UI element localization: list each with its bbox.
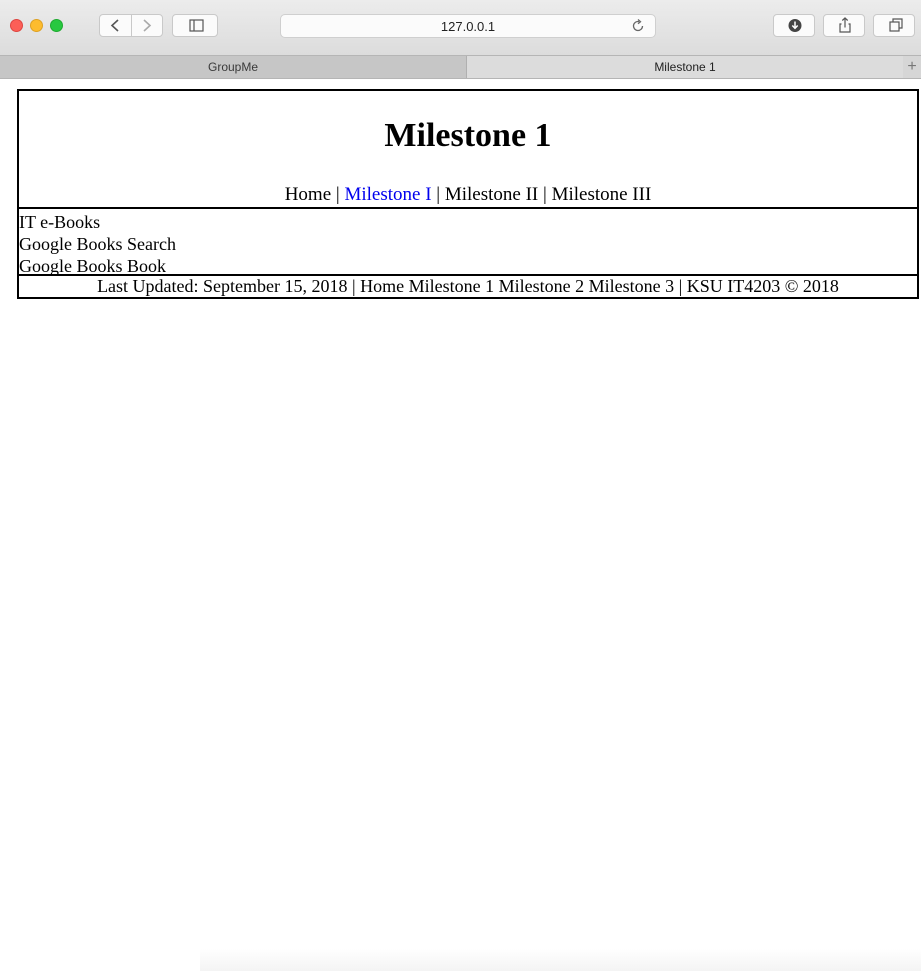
nav-milestone-ii-link[interactable]: Milestone II xyxy=(445,184,538,205)
back-forward-group xyxy=(99,14,163,37)
footer-milestone-2-link[interactable]: Milestone 2 xyxy=(499,276,585,296)
browser-toolbar: 127.0.0.1 xyxy=(0,0,921,55)
page-footer: Last Updated: September 15, 2018 | Home … xyxy=(19,276,917,297)
share-icon xyxy=(839,17,851,33)
last-updated-text: Last Updated: September 15, 2018 xyxy=(97,276,348,296)
tab-overview-button[interactable] xyxy=(873,14,915,37)
header-divider xyxy=(19,207,917,209)
forward-button[interactable] xyxy=(132,15,163,36)
footer-separator: | xyxy=(352,276,356,296)
reload-icon[interactable] xyxy=(630,18,646,34)
share-button[interactable] xyxy=(823,14,865,37)
forward-icon xyxy=(143,19,152,32)
page-viewport: Milestone 1 Home | Milestone I | Milesto… xyxy=(0,79,921,971)
sidebar-icon xyxy=(189,19,204,32)
tabs-overview-icon xyxy=(889,18,903,32)
url-text: 127.0.0.1 xyxy=(440,19,496,34)
downloads-button[interactable] xyxy=(773,14,815,37)
sidebar-toggle-button[interactable] xyxy=(172,14,218,37)
nav-milestone-i-link[interactable]: Milestone I xyxy=(344,184,431,205)
address-bar[interactable]: 127.0.0.1 xyxy=(280,14,656,38)
tab-milestone-1[interactable]: Milestone 1 xyxy=(467,56,903,78)
page-title: Milestone 1 xyxy=(384,117,552,154)
bottom-shadow xyxy=(200,949,921,971)
tab-bar: GroupMe Milestone 1 + xyxy=(0,55,921,79)
page-container: Milestone 1 Home | Milestone I | Milesto… xyxy=(17,89,919,299)
sidebar-item-it-ebooks[interactable]: IT e-Books xyxy=(19,211,917,233)
back-icon xyxy=(110,19,119,32)
main-nav: Home | Milestone I | Milestone II | Mile… xyxy=(19,184,917,206)
nav-separator: | xyxy=(436,184,441,205)
copyright-text: KSU IT4203 © 2018 xyxy=(686,276,839,296)
sidebar-item-google-books-search[interactable]: Google Books Search xyxy=(19,233,917,255)
new-tab-button[interactable]: + xyxy=(903,56,921,78)
nav-separator: | xyxy=(335,184,340,205)
nav-home-link[interactable]: Home xyxy=(285,184,331,205)
back-button[interactable] xyxy=(100,15,131,36)
page-header: Milestone 1 Home | Milestone I | Milesto… xyxy=(19,91,917,208)
nav-milestone-iii-link[interactable]: Milestone III xyxy=(552,184,652,205)
minimize-window-icon[interactable] xyxy=(30,19,43,32)
footer-separator: | xyxy=(678,276,683,296)
download-icon xyxy=(788,19,802,32)
nav-separator: | xyxy=(543,184,547,205)
footer-milestone-3-link[interactable]: Milestone 3 xyxy=(589,276,675,296)
sidebar-links: IT e-Books Google Books Search Google Bo… xyxy=(19,211,917,277)
zoom-window-icon[interactable] xyxy=(50,19,63,32)
footer-milestone-1-link[interactable]: Milestone 1 xyxy=(409,276,495,296)
tab-groupme[interactable]: GroupMe xyxy=(0,56,467,78)
close-window-icon[interactable] xyxy=(10,19,23,32)
footer-home-link[interactable]: Home xyxy=(360,276,404,296)
